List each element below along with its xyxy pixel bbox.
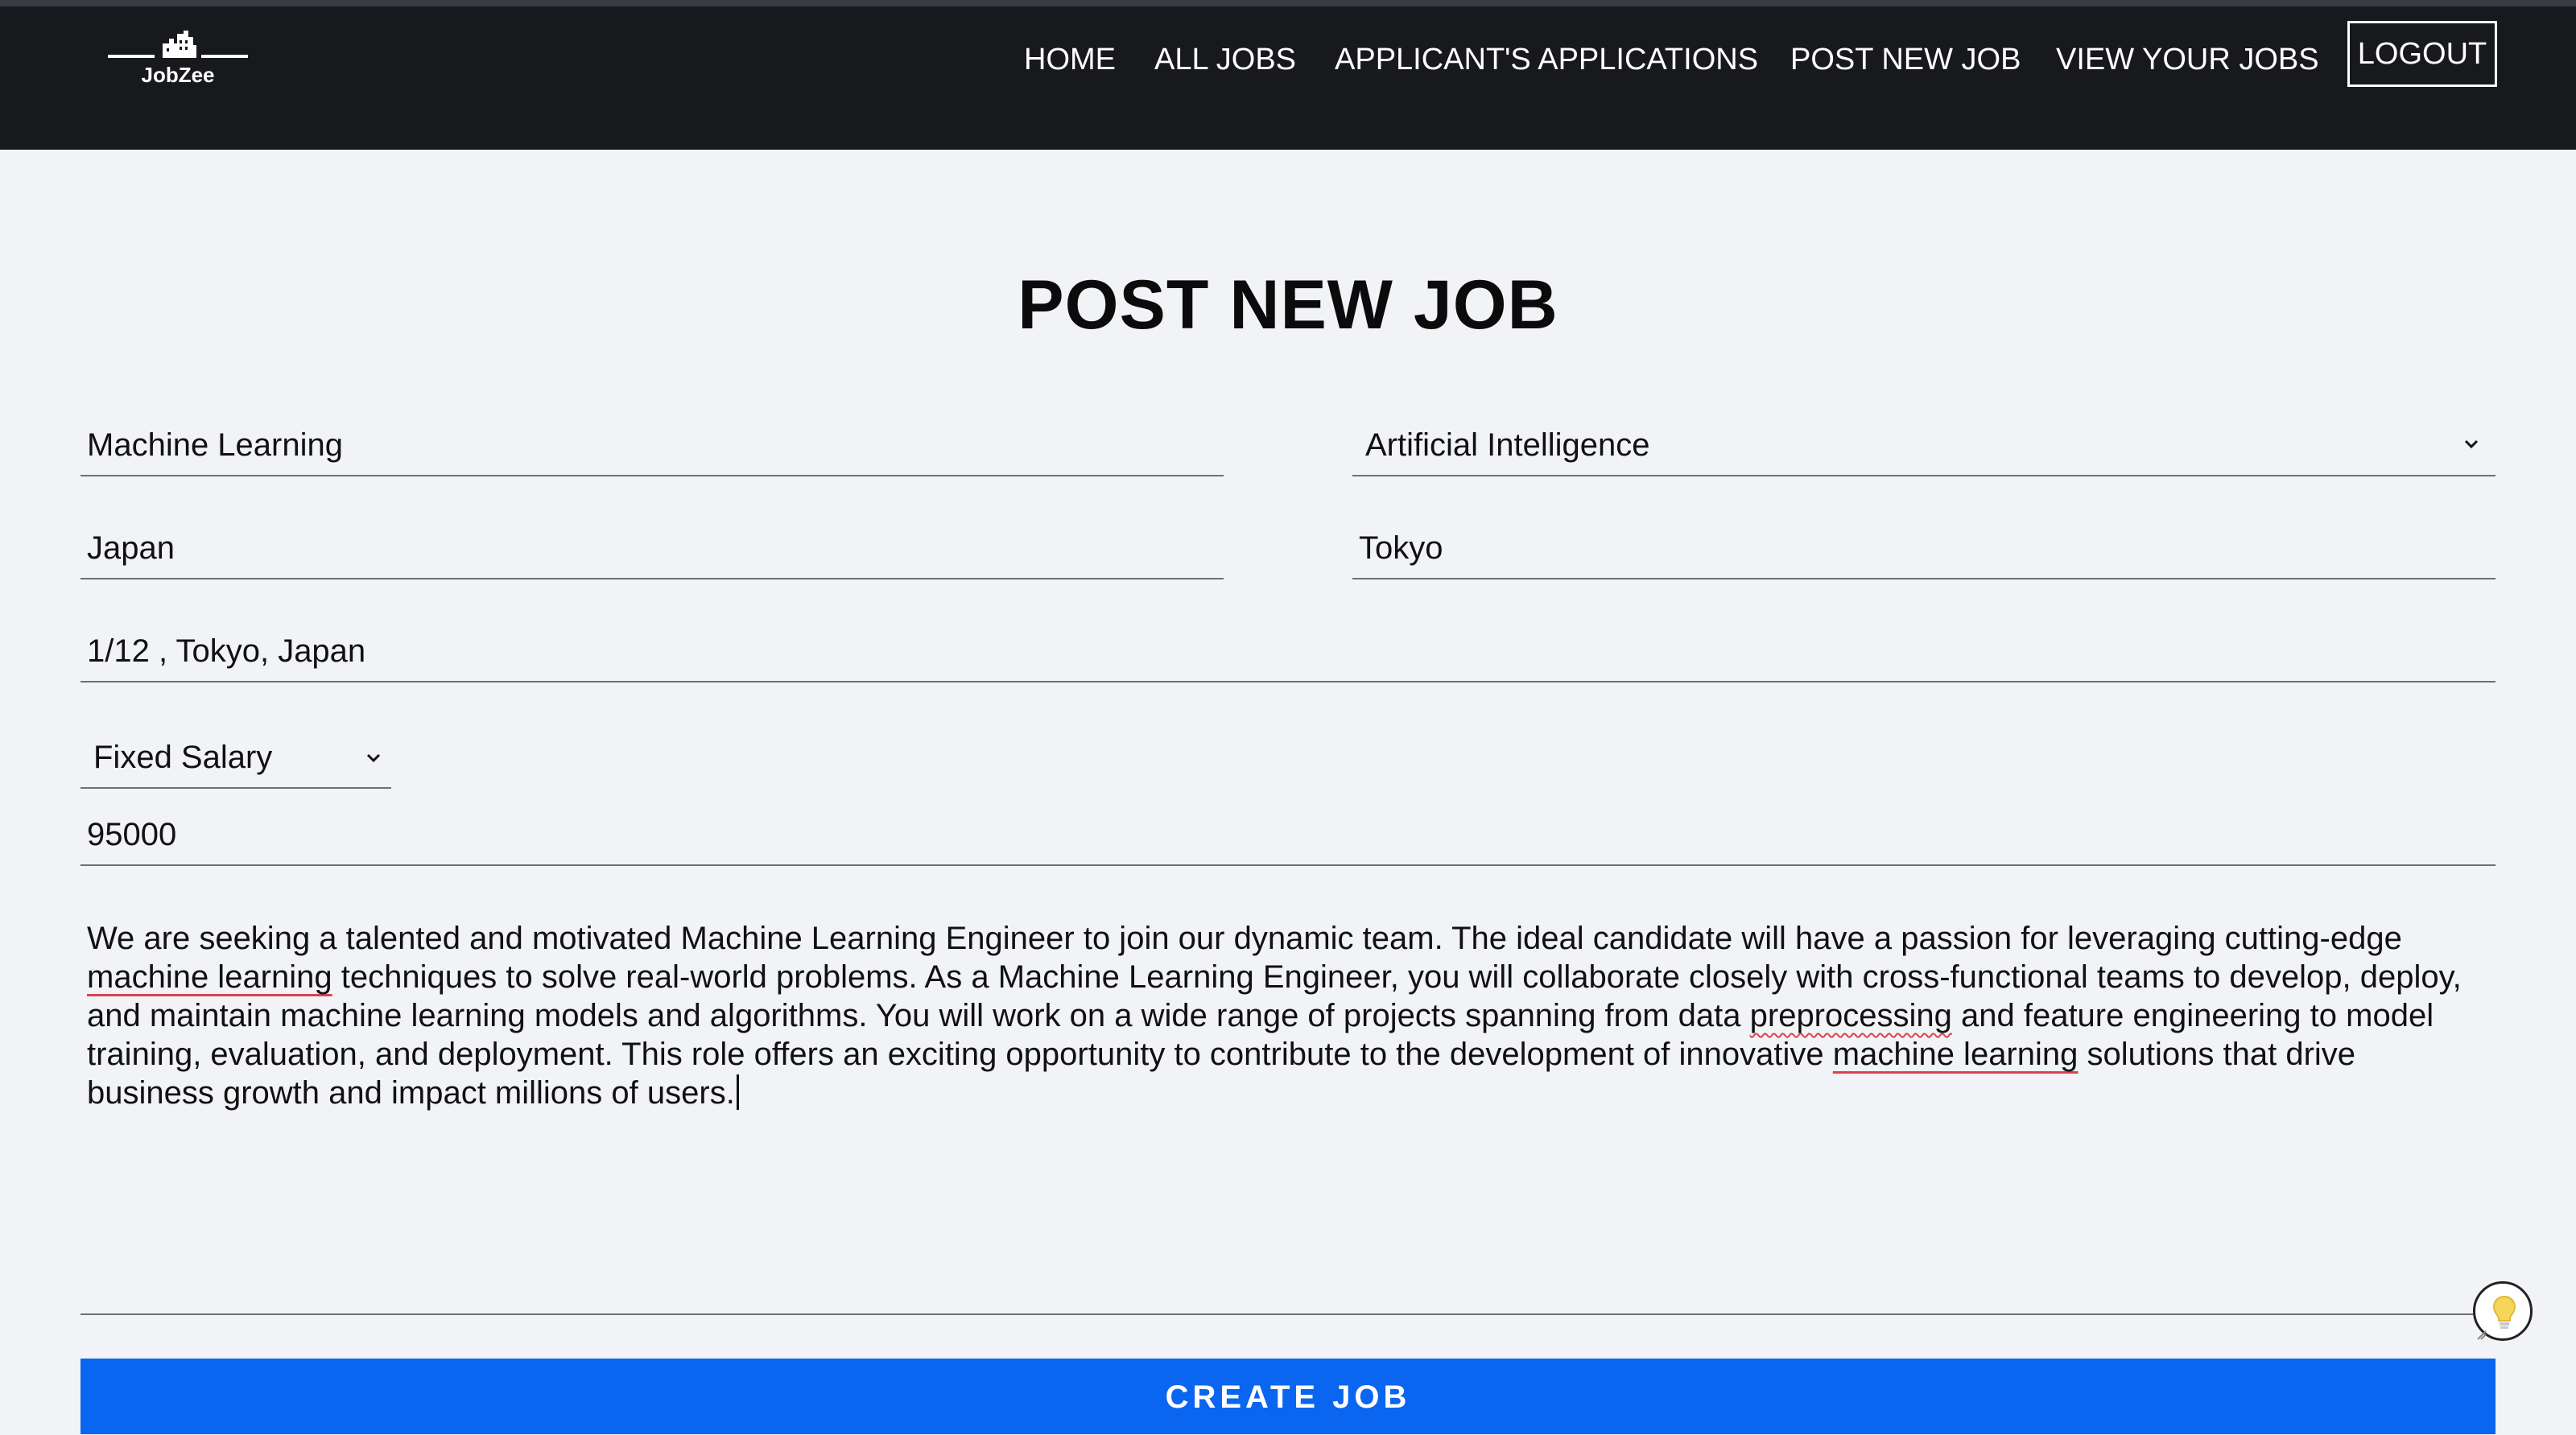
text-caret: [736, 1074, 739, 1110]
description-line-1: We are seeking a talented and motivated …: [87, 921, 2402, 956]
resize-grip-icon[interactable]: [2476, 1326, 2487, 1341]
salary-type-select[interactable]: Fixed Salary: [80, 715, 391, 789]
create-job-button[interactable]: CREATE JOB: [80, 1359, 2496, 1434]
building-logo-icon: [163, 31, 196, 58]
chevron-down-icon: [2464, 439, 2479, 449]
location-input[interactable]: 1/12 , Tokyo, Japan: [80, 610, 2496, 682]
nav-home[interactable]: HOME: [1024, 37, 1116, 82]
logout-button[interactable]: LOGOUT: [2347, 21, 2497, 87]
location-value: 1/12 , Tokyo, Japan: [87, 633, 366, 669]
brand-name: JobZee: [141, 63, 215, 87]
nav-all-jobs[interactable]: ALL JOBS: [1154, 37, 1296, 82]
nav-view-your-jobs[interactable]: VIEW YOUR JOBS: [2056, 37, 2319, 82]
category-select[interactable]: Artificial Intelligence: [1352, 402, 2496, 476]
salary-type-value: Fixed Salary: [93, 740, 273, 775]
spellcheck-word: machine learning: [1832, 1037, 2079, 1072]
lightbulb-icon: [2492, 1295, 2516, 1329]
nav-post-new-job[interactable]: POST NEW JOB: [1790, 37, 2021, 82]
chevron-down-icon: [366, 753, 381, 763]
spellcheck-word: preprocessing: [1749, 998, 1952, 1033]
logo-line-right: [201, 55, 248, 58]
spellcheck-word: machine learning: [87, 959, 332, 995]
description-line-3: and maintain machine learning models and…: [87, 996, 2434, 1035]
description-line-2: machine learning techniques to solve rea…: [87, 958, 2462, 996]
description-text: solutions that drive: [2078, 1037, 2356, 1072]
description-text: and maintain machine learning models and…: [87, 998, 1750, 1033]
job-title-value: Machine Learning: [87, 427, 343, 463]
description-textarea[interactable]: We are seeking a talented and motivated …: [80, 889, 2496, 1315]
category-value: Artificial Intelligence: [1365, 427, 1650, 463]
description-line-4: training, evaluation, and deployment. Th…: [87, 1035, 2355, 1074]
navbar: JobZee HOME ALL JOBS APPLICANT'S APPLICA…: [0, 6, 2576, 150]
job-title-input[interactable]: Machine Learning: [80, 402, 1224, 476]
logo-line-left: [108, 55, 155, 58]
country-input[interactable]: Japan: [80, 507, 1224, 579]
window-top-edge: [0, 0, 2576, 6]
description-text: training, evaluation, and deployment. Th…: [87, 1037, 1833, 1072]
fixed-salary-value: 95000: [87, 817, 177, 852]
page-title: POST NEW JOB: [1018, 266, 1558, 344]
description-text: business growth and impact millions of u…: [87, 1075, 735, 1111]
city-value: Tokyo: [1359, 530, 1443, 566]
description-line-5: business growth and impact millions of u…: [87, 1074, 739, 1112]
description-text: techniques to solve real-world problems.…: [332, 959, 2462, 995]
fixed-salary-input[interactable]: 95000: [80, 795, 2496, 866]
city-input[interactable]: Tokyo: [1352, 507, 2496, 579]
nav-applicants-applications[interactable]: APPLICANT'S APPLICATIONS: [1335, 37, 1758, 82]
country-value: Japan: [87, 530, 175, 566]
brand-logo[interactable]: JobZee: [106, 24, 250, 97]
description-text: and feature engineering to model: [1951, 998, 2434, 1033]
